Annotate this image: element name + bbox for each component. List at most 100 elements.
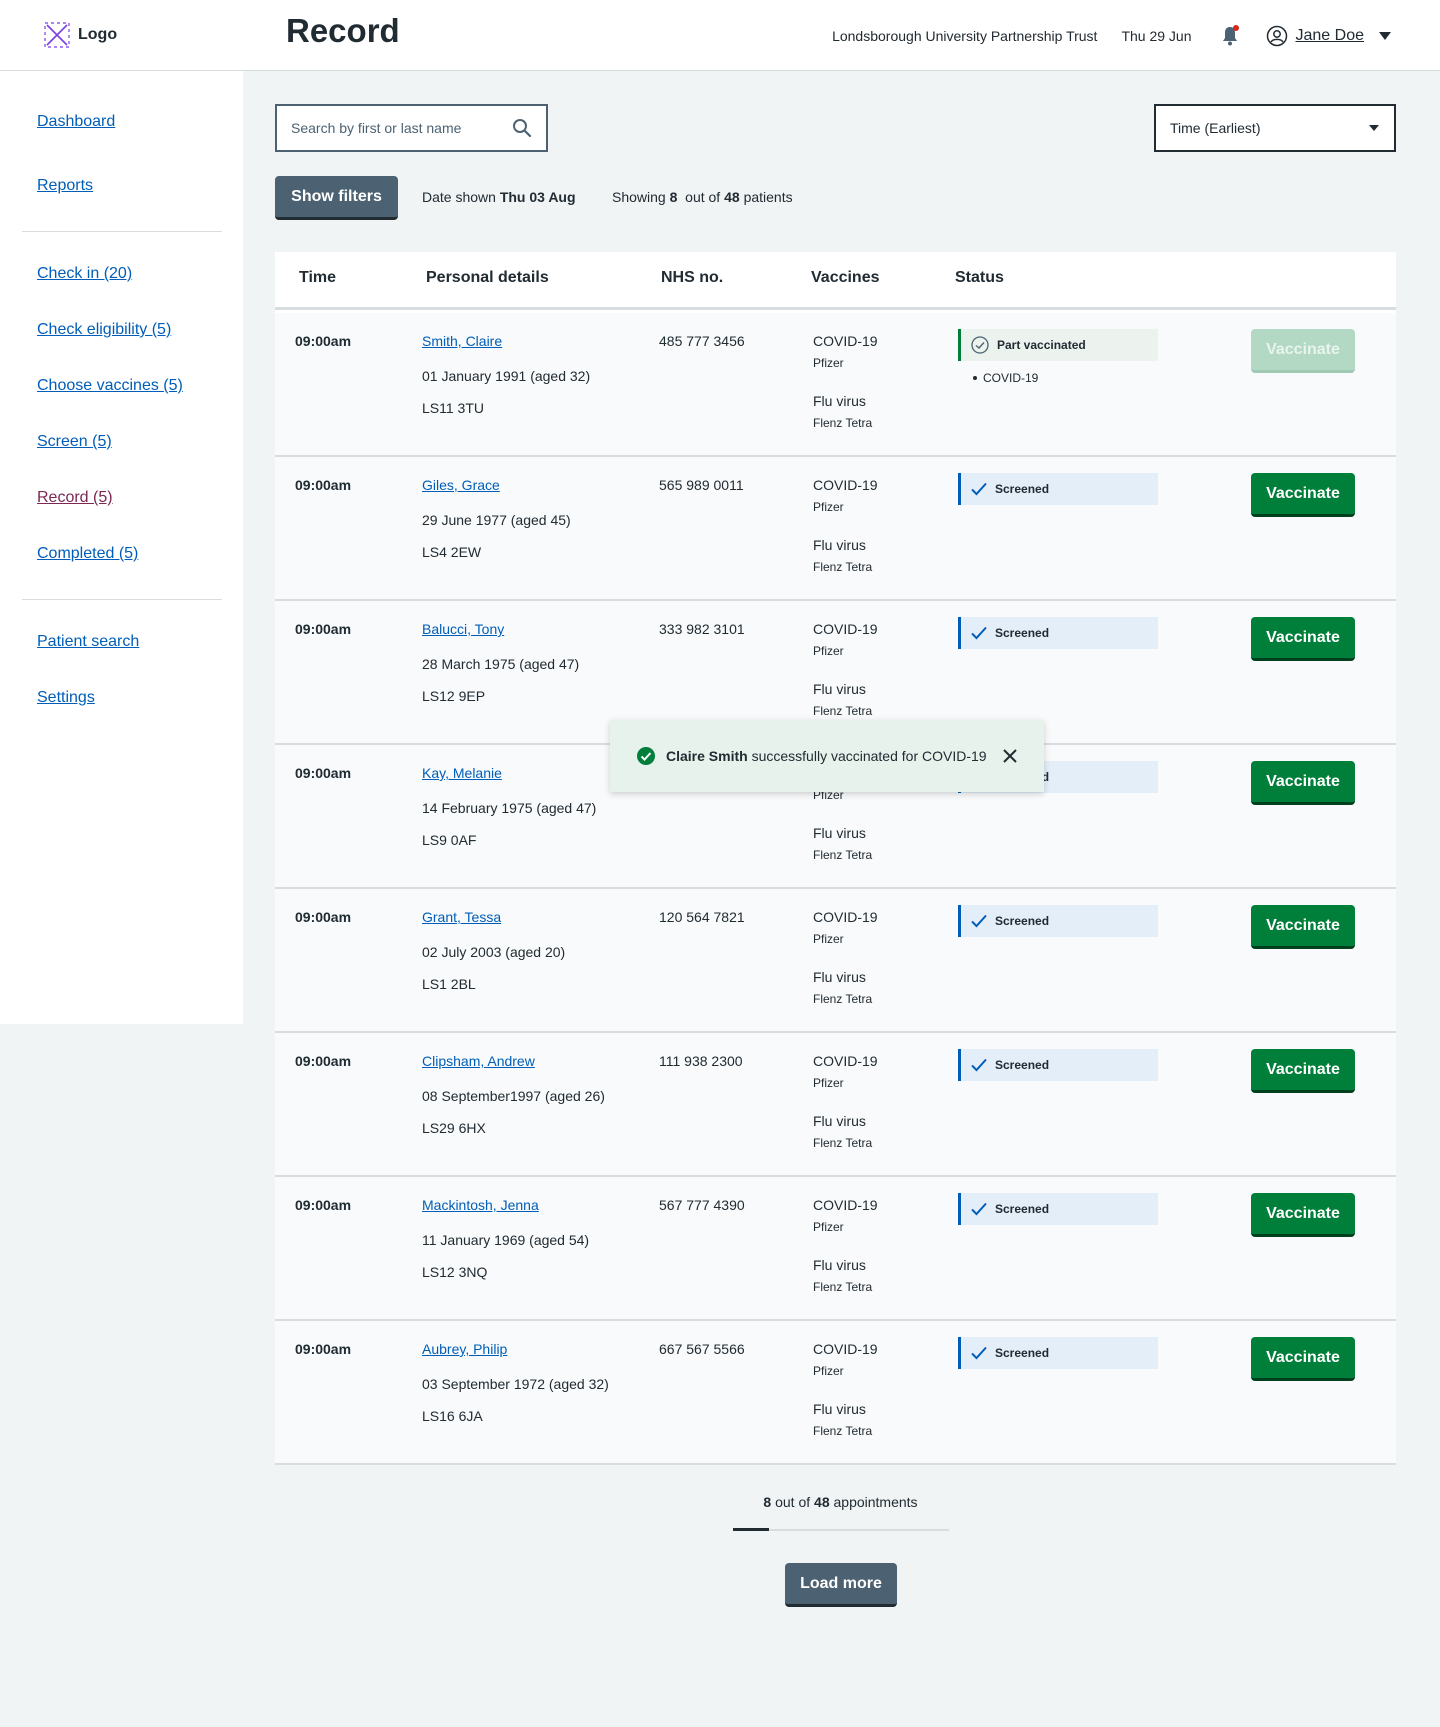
load-more-button[interactable]: Load more [785,1563,897,1607]
date-shown-value: Thu 03 Aug [499,189,576,205]
column-header-personal-details: Personal details [426,269,549,286]
user-avatar-icon [1266,25,1287,47]
patient-name-link[interactable]: Balucci, Tony [422,621,504,637]
patient-dob: 08 September1997 (aged 26) [422,1088,605,1104]
logo[interactable]: Logo [44,22,117,48]
toast-message: Claire Smith successfully vaccinated for… [666,748,987,764]
table-row: 09:00am Aubrey, Philip 03 September 1972 (… [275,1321,1396,1465]
appointments-count-total: 48 [814,1494,830,1510]
vaccine-brand: Flenz Tetra [813,1424,873,1438]
patient-postcode: LS1 2BL [422,976,476,992]
vaccine-brand: Flenz Tetra [813,848,873,862]
vaccinate-button[interactable]: Vaccinate [1251,1337,1355,1381]
vaccine-brand: Pfizer [813,356,844,370]
table-row: 09:00am Grant, Tessa 02 July 2003 (aged 20… [275,889,1396,1033]
appointment-time: 09:00am [295,621,352,637]
sidebar-item-patient-search[interactable]: Patient search [37,633,139,651]
showing-label: Showing [612,189,666,205]
table-header: Time Personal details NHS no. Vaccines S… [275,252,1396,310]
patient-name-link[interactable]: Smith, Claire [422,333,502,349]
status-detail-label: COVID-19 [983,371,1039,385]
patient-name-link[interactable]: Clipsham, Andrew [422,1053,535,1069]
vaccine-brand: Pfizer [813,644,844,658]
success-toast: Claire Smith successfully vaccinated for… [610,720,1044,792]
nhs-number: 485 777 3456 [659,333,745,349]
status-label: Screened [995,1058,1050,1072]
check-circle-outline-icon [971,336,989,354]
showing-suffix: patients [743,189,793,205]
close-icon[interactable] [1002,748,1018,764]
vaccinate-button[interactable]: Vaccinate [1251,1049,1355,1093]
appointment-time: 09:00am [295,333,352,349]
vaccinate-button[interactable]: Vaccinate [1251,1193,1355,1237]
vaccinate-button[interactable]: Vaccinate [1251,473,1355,517]
showing-total: 48 [724,189,740,205]
status-label: Screened [995,914,1050,928]
vaccine-name: COVID-19 [813,333,878,349]
sidebar-item-screen[interactable]: Screen (5) [37,433,112,451]
notifications-bell-icon[interactable] [1218,24,1242,48]
patient-name-link[interactable]: Kay, Melanie [422,765,502,781]
table-row: 09:00am Giles, Grace 29 June 1977 (aged 45… [275,457,1396,601]
patient-postcode: LS12 3NQ [422,1264,488,1280]
trust-name: Londsborough University Partnership Trus… [832,28,1098,44]
check-circle-icon [637,747,655,765]
showing-of: out of [685,189,721,205]
nhs-number: 333 982 3101 [659,621,745,637]
sort-select[interactable]: Time (Earliest) [1154,104,1396,152]
app-header: Logo Record Londsborough University Part… [0,0,1440,71]
vaccinate-button[interactable]: Vaccinate [1251,905,1355,949]
search-icon[interactable] [512,118,532,138]
vaccinate-button[interactable]: Vaccinate [1251,761,1355,805]
patient-dob: 28 March 1975 (aged 47) [422,656,580,672]
sidebar-item-reports[interactable]: Reports [37,177,93,195]
sidebar-item-check-eligibility[interactable]: Check eligibility (5) [37,321,171,339]
showing-count: Showing 8 out of 48 patients [612,189,793,205]
nhs-number: 120 564 7821 [659,909,745,925]
appointment-time: 09:00am [295,477,352,493]
sidebar-item-choose-vaccines[interactable]: Choose vaccines (5) [37,377,183,395]
table-row: 09:00am Smith, Claire 01 January 1991 (age… [275,313,1396,457]
show-filters-button[interactable]: Show filters [275,176,398,220]
sidebar-divider [22,599,222,600]
patient-dob: 29 June 1977 (aged 45) [422,512,571,528]
user-name[interactable]: Jane Doe [1296,27,1365,45]
user-menu[interactable]: Jane Doe [1266,25,1393,47]
showing-count-value: 8 [669,189,678,205]
appointments-count-of: out of [775,1494,811,1510]
patient-name-link[interactable]: Aubrey, Philip [422,1341,507,1357]
logo-icon [44,22,70,48]
status-badge: Screened [958,473,1158,505]
sidebar-item-dashboard[interactable]: Dashboard [37,113,115,131]
patient-postcode: LS16 6JA [422,1408,483,1424]
patient-name-link[interactable]: Grant, Tessa [422,909,501,925]
column-header-vaccines: Vaccines [811,269,880,286]
toast-message-text: successfully vaccinated for COVID-19 [751,748,987,764]
sidebar-divider [22,231,222,232]
vaccine-name: Flu virus [813,681,866,697]
chevron-down-icon [1369,125,1379,131]
vaccinate-button[interactable]: Vaccinate [1251,617,1355,661]
status-label: Screened [995,626,1050,640]
sidebar-item-record[interactable]: Record (5) [37,489,113,507]
patient-name-link[interactable]: Giles, Grace [422,477,500,493]
vaccinate-button[interactable]: Vaccinate [1251,329,1355,373]
nhs-number: 565 989 0011 [659,477,744,493]
vaccine-brand: Flenz Tetra [813,560,873,574]
status-badge: Screened [958,1193,1158,1225]
sidebar-item-completed[interactable]: Completed (5) [37,545,138,563]
toast-patient-name: Claire Smith [666,748,748,764]
sidebar-item-settings[interactable]: Settings [37,689,95,707]
search-input[interactable]: Search by first or last name [275,104,548,152]
tick-icon [971,914,987,928]
table-row: 09:00am Mackintosh, Jenna 11 January 1969 … [275,1177,1396,1321]
vaccine-brand: Pfizer [813,1364,844,1378]
tick-icon [971,482,987,496]
sidebar-item-check-in[interactable]: Check in (20) [37,265,132,283]
patient-name-link[interactable]: Mackintosh, Jenna [422,1197,539,1213]
vaccine-brand: Flenz Tetra [813,416,873,430]
status-label: Screened [995,1346,1050,1360]
chevron-down-icon[interactable] [1378,31,1392,41]
bullet-icon [973,376,977,380]
vaccine-name: COVID-19 [813,1053,878,1069]
